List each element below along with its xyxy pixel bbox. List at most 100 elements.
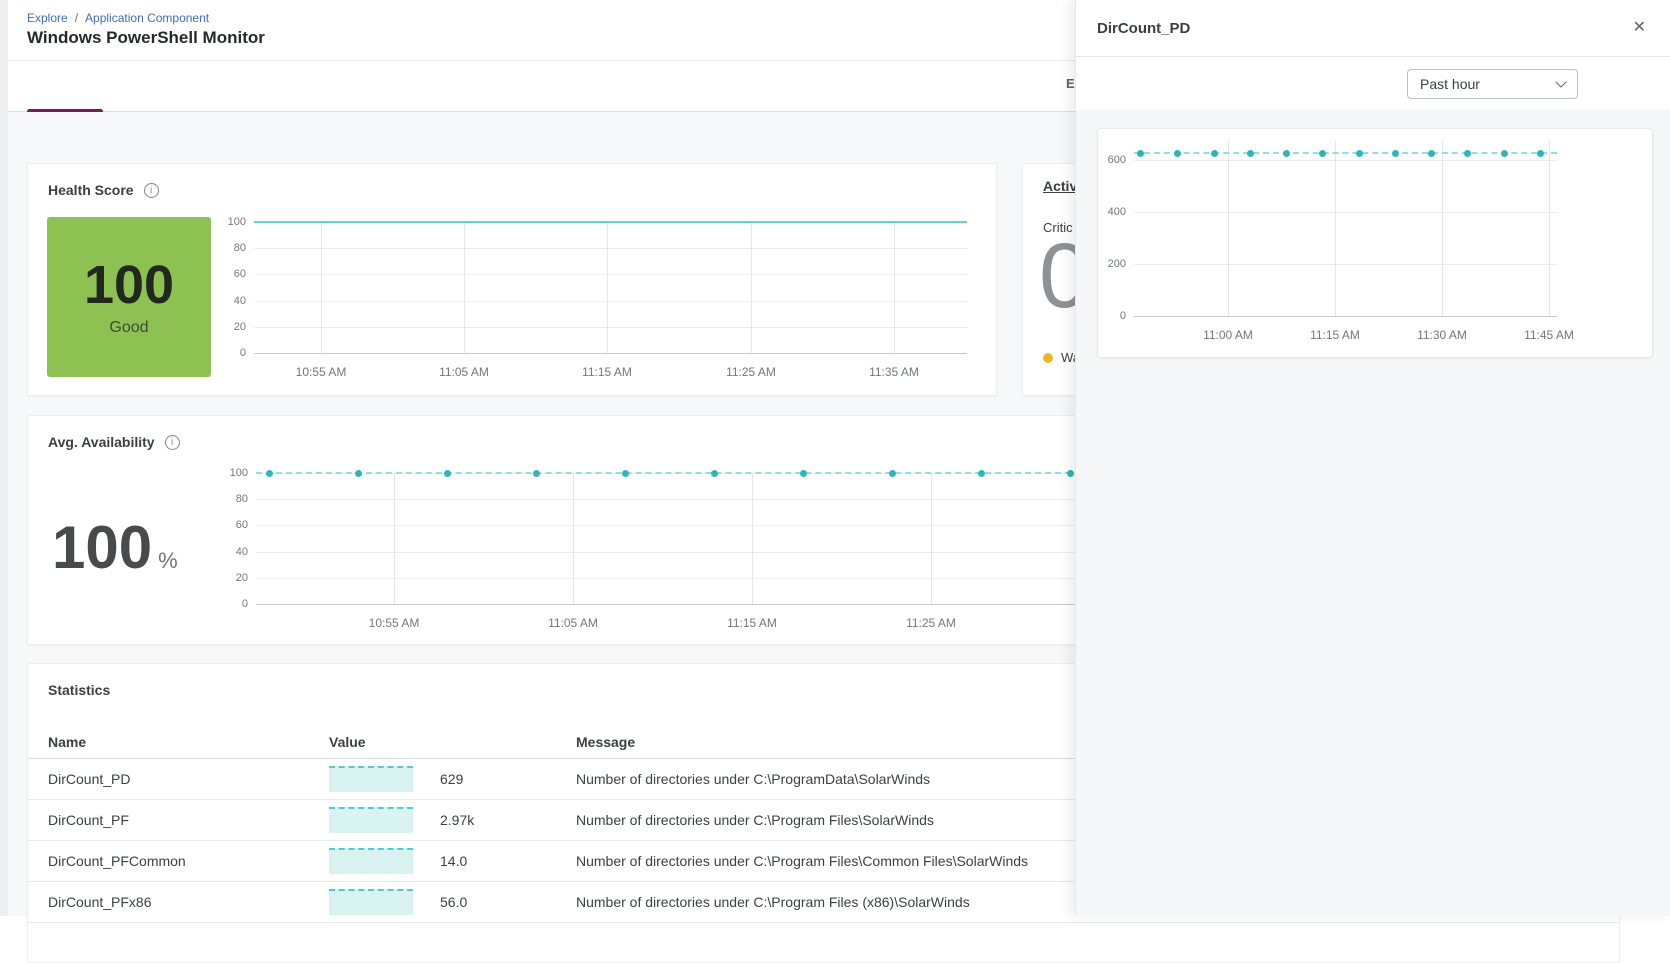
details-panel-toolbar: Past hour bbox=[1076, 57, 1670, 110]
gridline bbox=[254, 327, 967, 328]
y-axis-tick-label: 60 bbox=[200, 518, 248, 532]
statistics-title: Statistics bbox=[48, 682, 110, 698]
gridline bbox=[607, 222, 608, 353]
gridline bbox=[1549, 141, 1550, 316]
sparkline bbox=[329, 807, 413, 833]
data-point bbox=[978, 470, 985, 477]
gridline bbox=[254, 248, 967, 249]
gridline bbox=[464, 222, 465, 353]
column-header-value: Value bbox=[329, 734, 576, 750]
data-point bbox=[355, 470, 362, 477]
data-point bbox=[800, 470, 807, 477]
gridline bbox=[573, 473, 574, 604]
data-point bbox=[1501, 150, 1508, 157]
stat-value: 2.97k bbox=[440, 812, 474, 828]
data-point bbox=[1392, 150, 1399, 157]
gridline bbox=[931, 473, 932, 604]
details-panel: DirCount_PD ✕ Past hour 600 400 200 0 11:00 … bbox=[1075, 0, 1670, 916]
x-axis-tick-label: 10:55 AM bbox=[261, 365, 381, 379]
x-axis-tick-label: 11:30 AM bbox=[1382, 328, 1502, 342]
time-range-select[interactable]: Past hour bbox=[1407, 69, 1578, 99]
gridline bbox=[256, 578, 1081, 579]
y-axis-tick-label: 600 bbox=[1078, 153, 1126, 167]
subheader-band: E bbox=[0, 62, 1075, 111]
data-point bbox=[889, 470, 896, 477]
x-axis-tick-label: 11:05 AM bbox=[513, 616, 633, 630]
dircount-pd-chart: 600400200011:00 AM11:15 AM11:30 AM11:45 … bbox=[1098, 129, 1652, 357]
gridline bbox=[894, 222, 895, 353]
plot-area: 600400200011:00 AM11:15 AM11:30 AM11:45 … bbox=[1134, 141, 1557, 316]
stat-value: 56.0 bbox=[440, 894, 467, 910]
stat-value-cell: 56.0 bbox=[329, 889, 576, 915]
data-point bbox=[1067, 470, 1074, 477]
y-axis-tick-label: 100 bbox=[198, 215, 246, 229]
sparkline bbox=[329, 848, 413, 874]
data-point bbox=[1137, 150, 1144, 157]
y-axis-tick-label: 60 bbox=[198, 267, 246, 281]
y-axis-tick-label: 20 bbox=[198, 320, 246, 334]
column-header-name: Name bbox=[48, 734, 329, 750]
gridline bbox=[256, 552, 1081, 553]
y-axis-tick-label: 80 bbox=[200, 492, 248, 506]
x-axis-tick-label: 11:25 AM bbox=[691, 365, 811, 379]
gridline bbox=[1134, 316, 1557, 317]
gridline bbox=[751, 222, 752, 353]
gridline bbox=[256, 499, 1081, 500]
x-axis-tick-label: 11:45 AM bbox=[1489, 328, 1609, 342]
data-point bbox=[1356, 150, 1363, 157]
data-point bbox=[1537, 150, 1544, 157]
data-point bbox=[711, 470, 718, 477]
panel-title: DirCount_PD bbox=[1097, 20, 1190, 37]
series-line bbox=[254, 221, 967, 223]
close-icon[interactable]: ✕ bbox=[1629, 16, 1650, 40]
time-range-value: Past hour bbox=[1420, 76, 1480, 92]
x-axis-tick-label: 11:25 AM bbox=[871, 616, 991, 630]
plot-area: 10080604020010:55 AM11:05 AM11:15 AM11:2… bbox=[256, 473, 1081, 604]
data-point bbox=[1174, 150, 1181, 157]
y-axis-tick-label: 0 bbox=[198, 346, 246, 360]
y-axis-tick-label: 80 bbox=[198, 241, 246, 255]
data-point bbox=[1211, 150, 1218, 157]
stat-value-cell: 14.0 bbox=[329, 848, 576, 874]
sparkline bbox=[329, 889, 413, 915]
breadcrumb-link-explore[interactable]: Explore bbox=[27, 11, 68, 25]
y-axis-tick-label: 40 bbox=[200, 545, 248, 559]
data-point bbox=[533, 470, 540, 477]
y-axis-tick-label: 200 bbox=[1078, 257, 1126, 271]
gridline bbox=[256, 604, 1081, 605]
breadcrumb-link-application-component[interactable]: Application Component bbox=[85, 11, 209, 25]
y-axis-tick-label: 100 bbox=[200, 466, 248, 480]
gridline bbox=[1134, 264, 1557, 265]
metric-chart-card: 600400200011:00 AM11:15 AM11:30 AM11:45 … bbox=[1097, 128, 1653, 358]
warning-dot-icon bbox=[1043, 353, 1053, 363]
data-point bbox=[444, 470, 451, 477]
details-panel-header: DirCount_PD ✕ bbox=[1076, 0, 1670, 57]
x-axis-tick-label: 11:15 AM bbox=[1275, 328, 1395, 342]
plot-area: 10080604020010:55 AM11:05 AM11:15 AM11:2… bbox=[254, 222, 967, 353]
y-axis-tick-label: 20 bbox=[200, 571, 248, 585]
gridline bbox=[752, 473, 753, 604]
gridline bbox=[1228, 141, 1229, 316]
stat-name: DirCount_PFx86 bbox=[48, 894, 329, 910]
active-alerts-title-truncated[interactable]: Activ bbox=[1043, 178, 1077, 194]
data-point bbox=[1319, 150, 1326, 157]
y-axis-tick-label: 40 bbox=[198, 294, 246, 308]
data-point bbox=[622, 470, 629, 477]
stat-value-cell: 2.97k bbox=[329, 807, 576, 833]
gridline bbox=[1442, 141, 1443, 316]
y-axis-tick-label: 0 bbox=[1078, 309, 1126, 323]
stat-value: 629 bbox=[440, 771, 463, 787]
gridline bbox=[321, 222, 322, 353]
gridline bbox=[1134, 212, 1557, 213]
series-line bbox=[256, 472, 1081, 474]
details-panel-body: 600 400 200 0 11:00 AM11:15 AM11:30 AM11:45 … bbox=[1076, 110, 1670, 916]
y-axis-tick-label: 400 bbox=[1078, 205, 1126, 219]
gridline bbox=[256, 525, 1081, 526]
stat-name: DirCount_PD bbox=[48, 771, 329, 787]
x-axis-tick-label: 11:15 AM bbox=[692, 616, 812, 630]
health-score-chart: 10080604020010:55 AM11:05 AM11:15 AM11:2… bbox=[28, 164, 996, 395]
stat-value: 14.0 bbox=[440, 853, 467, 869]
gridline bbox=[254, 274, 967, 275]
x-axis-tick-label: 11:00 AM bbox=[1168, 328, 1288, 342]
gridline bbox=[394, 473, 395, 604]
